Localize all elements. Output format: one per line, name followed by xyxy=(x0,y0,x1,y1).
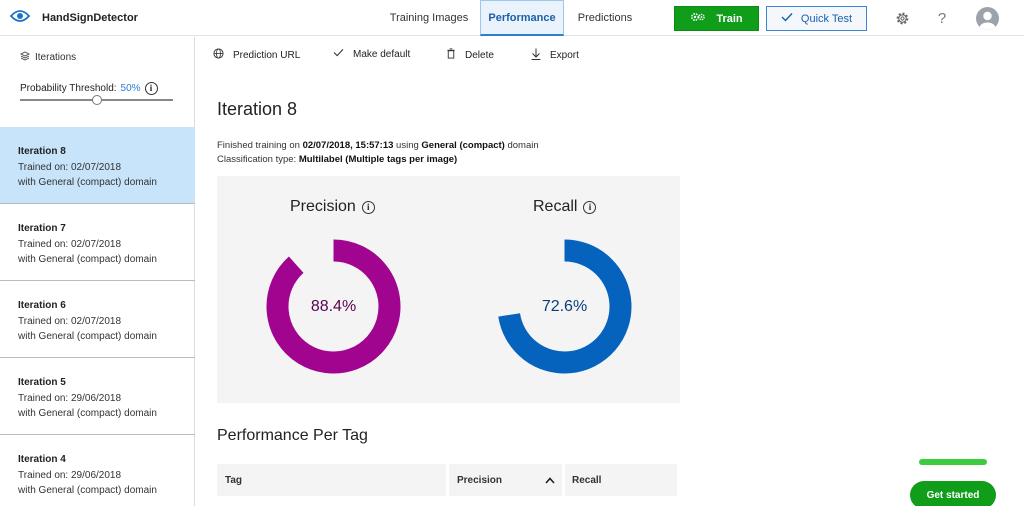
top-bar: HandSignDetector Training Images Perform… xyxy=(0,0,1024,36)
export-label: Export xyxy=(550,50,579,61)
train-button[interactable]: Train xyxy=(674,6,759,31)
layers-icon xyxy=(19,51,31,64)
recall-label: Recall xyxy=(533,198,578,215)
prediction-url-button[interactable]: Prediction URL xyxy=(213,48,300,62)
iterations-sidebar: Iterations Probability Threshold: 50% i … xyxy=(0,37,195,506)
classification-type: Multilabel (Multiple tags per image) xyxy=(298,154,458,165)
iteration-trained-date: Trained on: 02/07/2018 xyxy=(18,239,122,250)
iteration-trained-date: Trained on: 02/07/2018 xyxy=(18,162,122,173)
trash-icon xyxy=(446,48,456,62)
iteration-trained-date: Trained on: 02/07/2018 xyxy=(18,316,122,327)
iteration-name: Iteration 4 xyxy=(18,454,66,465)
iteration-list: Iteration 8 Trained on: 02/07/2018 with … xyxy=(0,127,195,506)
get-started-button[interactable]: Get started xyxy=(910,481,996,506)
probability-threshold: Probability Threshold: 50% i xyxy=(20,82,158,95)
precision-title: Precision i xyxy=(290,198,375,216)
threshold-label: Probability Threshold: xyxy=(20,83,117,94)
recall-donut: 72.6% xyxy=(497,239,632,374)
globe-icon xyxy=(213,48,224,62)
iteration-name: Iteration 8 xyxy=(18,146,66,157)
make-default-label: Make default xyxy=(353,48,411,60)
threshold-value: 50% xyxy=(120,83,141,94)
info-icon[interactable]: i xyxy=(144,82,158,95)
help-icon[interactable]: ? xyxy=(933,9,951,27)
make-default-button[interactable]: Make default xyxy=(333,48,410,60)
per-tag-title: Performance Per Tag xyxy=(217,427,368,444)
iteration-trained-date: Trained on: 29/06/2018 xyxy=(18,470,122,481)
iteration-name: Iteration 6 xyxy=(18,300,66,311)
prediction-url-label: Prediction URL xyxy=(233,49,301,61)
threshold-slider-thumb[interactable] xyxy=(91,95,102,105)
training-info: Finished training on 02/07/2018, 15:57:1… xyxy=(217,140,539,151)
iteration-item[interactable]: Iteration 4 Trained on: 29/06/2018 with … xyxy=(0,435,195,506)
recall-value: 72.6% xyxy=(541,297,588,315)
classification-info: Classification type: Multilabel (Multipl… xyxy=(217,154,457,165)
training-domain: General (compact) xyxy=(421,140,505,151)
precision-label: Precision xyxy=(290,198,356,215)
column-header-precision[interactable]: Precision xyxy=(457,464,502,496)
iteration-item[interactable]: Iteration 6 Trained on: 02/07/2018 with … xyxy=(0,281,195,358)
iterations-heading: Iterations xyxy=(19,51,77,64)
checkmark-icon xyxy=(333,48,344,60)
checkmark-icon xyxy=(781,12,793,25)
info-icon[interactable]: i xyxy=(583,200,597,214)
page-title: Iteration 8 xyxy=(217,99,298,119)
brand[interactable]: HandSignDetector xyxy=(9,9,138,26)
column-divider xyxy=(562,464,565,496)
column-header-recall[interactable]: Recall xyxy=(572,464,601,496)
info-icon[interactable]: i xyxy=(361,200,375,214)
recall-title: Recall i xyxy=(533,198,597,216)
classification-prefix: Classification type: xyxy=(217,154,299,165)
metrics-panel: Precision i 88.4% Recall i 72.6% xyxy=(217,176,680,403)
delete-label: Delete xyxy=(465,49,494,61)
eye-logo-icon xyxy=(9,9,31,26)
iteration-name: Iteration 5 xyxy=(18,377,66,388)
train-label: Train xyxy=(716,12,743,25)
training-date: 02/07/2018, 15:57:13 xyxy=(302,140,394,151)
iteration-trained-date: Trained on: 29/06/2018 xyxy=(18,393,122,404)
tab-training-images[interactable]: Training Images xyxy=(384,0,474,36)
column-header-tag[interactable]: Tag xyxy=(225,464,242,496)
training-info-suffix: domain xyxy=(504,140,539,151)
precision-value: 88.4% xyxy=(310,297,357,315)
iteration-domain: with General (compact) domain xyxy=(18,408,157,419)
iteration-domain: with General (compact) domain xyxy=(18,254,157,265)
avatar[interactable] xyxy=(976,7,999,30)
gears-icon xyxy=(690,11,706,26)
tab-performance[interactable]: Performance xyxy=(480,0,564,36)
precision-donut: 88.4% xyxy=(266,239,401,374)
iteration-item[interactable]: Iteration 8 Trained on: 02/07/2018 with … xyxy=(0,127,195,204)
iteration-item[interactable]: Iteration 7 Trained on: 02/07/2018 with … xyxy=(0,204,195,281)
sort-ascending-icon[interactable] xyxy=(545,464,555,496)
per-tag-table-header: Tag Precision Recall xyxy=(217,464,677,496)
iteration-domain: with General (compact) domain xyxy=(18,331,157,342)
onboarding-progress-bar xyxy=(919,459,987,465)
tab-predictions[interactable]: Predictions xyxy=(570,0,640,36)
download-icon xyxy=(531,48,541,63)
iteration-domain: with General (compact) domain xyxy=(18,177,157,188)
export-button[interactable]: Export xyxy=(531,48,579,63)
iteration-domain: with General (compact) domain xyxy=(18,485,157,496)
iteration-item[interactable]: Iteration 5 Trained on: 29/06/2018 with … xyxy=(0,358,195,435)
delete-button[interactable]: Delete xyxy=(446,48,494,62)
column-divider xyxy=(446,464,449,496)
training-info-prefix: Finished training on xyxy=(217,140,303,151)
quick-test-button[interactable]: Quick Test xyxy=(766,6,867,31)
training-info-middle: using xyxy=(393,140,422,151)
settings-gear-icon[interactable] xyxy=(893,9,911,27)
iterations-heading-label: Iterations xyxy=(35,52,77,63)
iteration-name: Iteration 7 xyxy=(18,223,66,234)
quick-test-label: Quick Test xyxy=(800,12,853,25)
app-name: HandSignDetector xyxy=(42,11,138,24)
